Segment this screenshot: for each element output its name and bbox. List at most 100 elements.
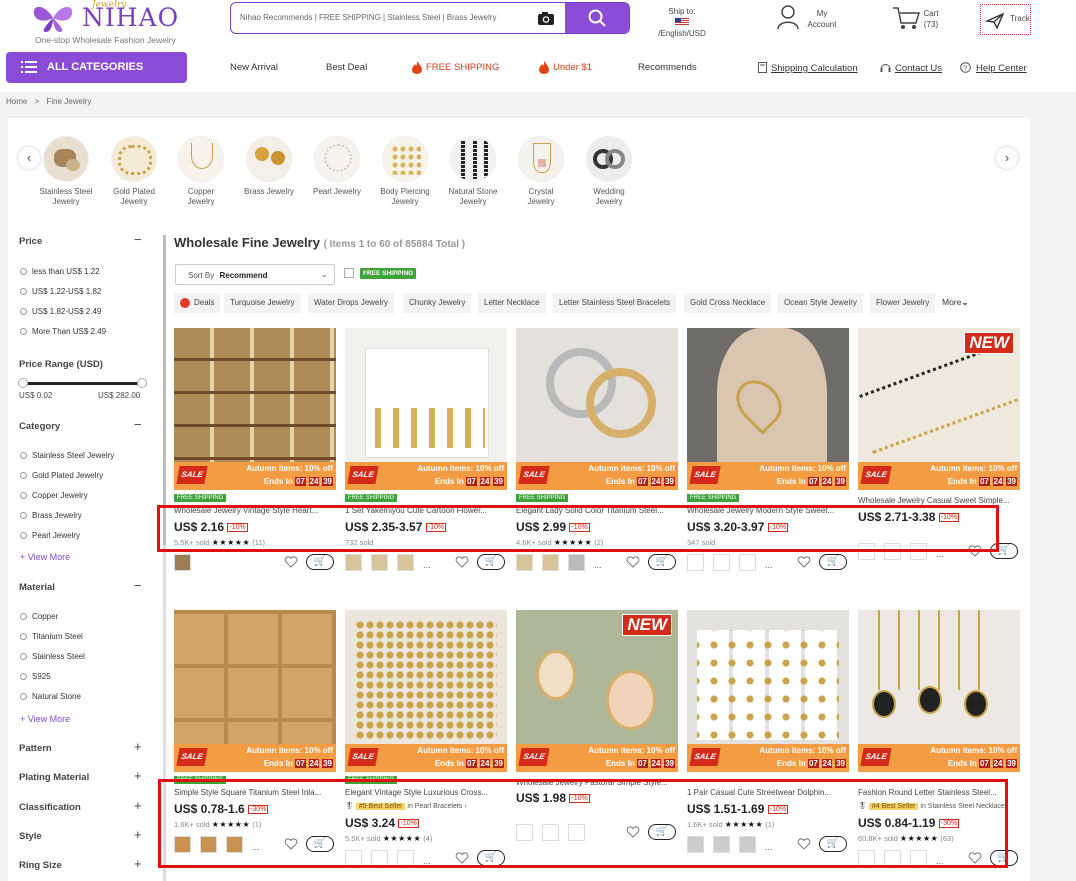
category-crystal-jewelry[interactable]: Crystal Jewelry [507, 136, 575, 207]
filter-pattern-heading[interactable]: Pattern [19, 743, 52, 754]
tag-letter-bracelets[interactable]: Letter Stainless Steel Bracelets [553, 293, 677, 313]
category-copper-jewelry[interactable]: Copper Jewelry [167, 136, 235, 207]
radio-button[interactable] [20, 308, 27, 315]
radio-button[interactable] [20, 268, 27, 275]
price-option[interactable]: More Than US$ 2.49 [20, 327, 106, 336]
price-range-slider-track[interactable] [22, 382, 142, 385]
collapse-icon[interactable]: − [134, 578, 142, 593]
price-range-min-handle[interactable] [18, 378, 28, 388]
heart-icon[interactable] [455, 556, 469, 568]
filter-category-heading[interactable]: Category [19, 421, 60, 432]
track-button[interactable]: Track [980, 4, 1031, 35]
user-icon[interactable] [777, 4, 799, 30]
radio-button[interactable] [20, 532, 27, 539]
collapse-icon[interactable]: − [134, 232, 142, 247]
radio-button[interactable] [20, 693, 27, 700]
search-bar[interactable]: Nihao Recommends | FREE SHIPPING | Stain… [230, 2, 630, 34]
camera-icon[interactable] [537, 11, 555, 26]
carousel-next-button[interactable]: › [996, 147, 1018, 169]
more-variants[interactable]: ... [765, 560, 773, 570]
radio-button[interactable] [20, 452, 27, 459]
tag-letter-necklace[interactable]: Letter Necklace [478, 293, 546, 313]
radio-button[interactable] [20, 492, 27, 499]
search-input[interactable]: Nihao Recommends | FREE SHIPPING | Stain… [240, 13, 497, 22]
tag-water-drops[interactable]: Water Drops Jewelry [308, 293, 394, 313]
tag-deals[interactable]: Deals [174, 293, 221, 313]
category-body-piercing-jewelry[interactable]: Body Piercing Jewelry [371, 136, 439, 207]
filter-plating-material-heading[interactable]: Plating Material [19, 772, 89, 783]
add-to-cart-button[interactable]: 🛒 [477, 554, 505, 570]
heart-icon[interactable] [284, 556, 298, 568]
category-brass-jewelry[interactable]: Brass Jewelry [235, 136, 303, 197]
more-tags-button[interactable]: More⌄ [942, 297, 969, 308]
variant-swatch[interactable] [174, 554, 191, 571]
material-option[interactable]: Stainless Steel [20, 652, 85, 661]
butterfly-logo-icon[interactable] [30, 2, 76, 34]
radio-button[interactable] [20, 633, 27, 640]
tag-chunky[interactable]: Chunky Jewelry [403, 293, 472, 313]
material-option[interactable]: Titanium Steel [20, 632, 83, 641]
nav-free-shipping[interactable]: FREE SHIPPING [426, 62, 499, 73]
category-view-more-link[interactable]: + View More [20, 552, 70, 562]
variant-swatch[interactable] [568, 554, 585, 571]
variant-swatch[interactable] [516, 554, 533, 571]
contact-us-link[interactable]: Contact Us [895, 63, 942, 74]
category-gold-plated-jewelry[interactable]: Gold Plated Jewelry [100, 136, 168, 207]
radio-button[interactable] [20, 673, 27, 680]
scrollbar-thumb[interactable] [163, 235, 166, 545]
heart-icon[interactable] [626, 556, 640, 568]
nav-best-deal[interactable]: Best Deal [326, 62, 367, 73]
radio-button[interactable] [20, 328, 27, 335]
category-pearl-jewelry[interactable]: Pearl Jewelry [303, 136, 371, 197]
cart-link[interactable]: Cart (73) [918, 8, 944, 30]
price-option[interactable]: US$ 1.22-US$ 1.82 [20, 287, 101, 296]
nav-recommends[interactable]: Recommends [638, 62, 697, 73]
category-option[interactable]: Brass Jewelry [20, 511, 82, 520]
nav-under-1[interactable]: Under $1 [553, 62, 592, 73]
material-view-more-link[interactable]: + View More [20, 714, 70, 724]
more-variants[interactable]: ... [594, 560, 602, 570]
category-option[interactable]: Pearl Jewelry [20, 531, 80, 540]
tag-gold-cross[interactable]: Gold Cross Necklace [684, 293, 772, 313]
add-to-cart-button[interactable]: 🛒 [819, 554, 847, 570]
logo-text[interactable]: NIHAO [82, 3, 179, 32]
variant-swatch[interactable] [713, 554, 730, 571]
product-name[interactable]: Wholesale Jewelry Casual Sweet Simple... [858, 496, 1018, 505]
filter-material-heading[interactable]: Material [19, 582, 55, 593]
category-stainless-steel-jewelry[interactable]: Stainless Steel Jewelry [32, 136, 100, 207]
category-wedding-jewelry[interactable]: Wedding Jewelry [575, 136, 643, 207]
radio-button[interactable] [20, 653, 27, 660]
variant-swatch[interactable] [687, 554, 704, 571]
radio-button[interactable] [20, 288, 27, 295]
search-button[interactable] [565, 3, 629, 33]
price-option[interactable]: less than US$ 1.22 [20, 267, 100, 276]
material-option[interactable]: Natural Stone [20, 692, 81, 701]
price-option[interactable]: US$ 1.82-US$ 2.49 [20, 307, 101, 316]
help-center-link[interactable]: Help Center [976, 63, 1027, 74]
category-option[interactable]: Copper Jewelry [20, 491, 88, 500]
variant-swatch[interactable] [397, 554, 414, 571]
radio-button[interactable] [20, 613, 27, 620]
variant-swatch[interactable] [739, 554, 756, 571]
ship-to-selector[interactable]: Ship to: /English/USD [652, 6, 712, 39]
tag-ocean-style[interactable]: Ocean Style Jewelry [778, 293, 863, 313]
expand-icon[interactable]: + [134, 768, 142, 783]
collapse-icon[interactable]: − [134, 417, 142, 432]
more-variants[interactable]: ... [423, 560, 431, 570]
variant-swatch[interactable] [345, 554, 362, 571]
add-to-cart-button[interactable]: 🛒 [306, 554, 334, 570]
radio-button[interactable] [20, 512, 27, 519]
sort-select[interactable]: Sort By Recommend ⌄ [175, 264, 335, 285]
expand-icon[interactable]: + [134, 827, 142, 842]
filter-price-heading[interactable]: Price [19, 236, 42, 247]
free-shipping-checkbox[interactable] [344, 268, 354, 278]
add-to-cart-button[interactable]: 🛒 [648, 554, 676, 570]
tag-turquoise[interactable]: Turquoise Jewelry [224, 293, 301, 313]
breadcrumb-home[interactable]: Home [6, 97, 27, 106]
radio-button[interactable] [20, 472, 27, 479]
variant-swatch[interactable] [542, 554, 559, 571]
tag-flower[interactable]: Flower Jewelry [870, 293, 936, 313]
category-natural-stone-jewelry[interactable]: Natural Stone Jewelry [439, 136, 507, 207]
filter-style-heading[interactable]: Style [19, 831, 42, 842]
expand-icon[interactable]: + [134, 739, 142, 754]
